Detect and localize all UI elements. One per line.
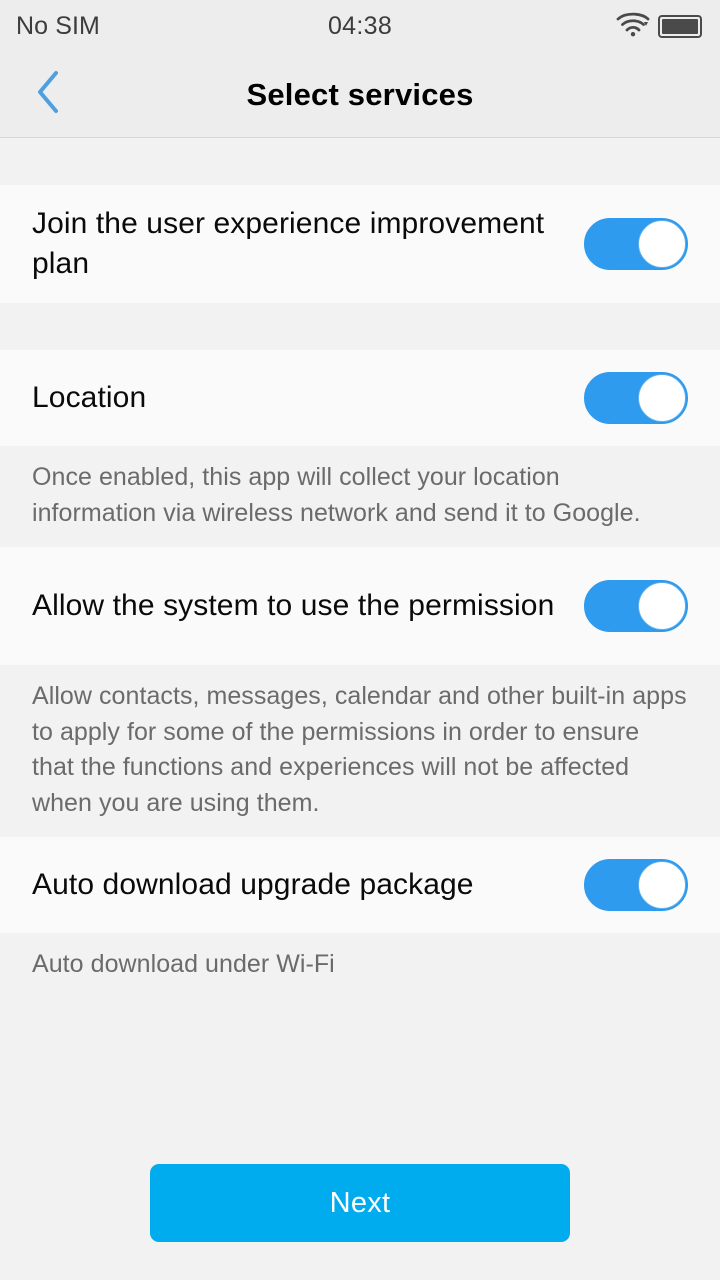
setting-description-auto-download: Auto download under Wi-Fi <box>0 933 720 999</box>
page-title: Select services <box>246 76 474 112</box>
toggle-knob <box>638 861 686 909</box>
toggle-auto-download[interactable] <box>584 859 688 911</box>
setting-row-system-permission[interactable]: Allow the system to use the permission <box>0 547 720 665</box>
setting-label: Auto download upgrade package <box>32 868 474 902</box>
setting-description-location: Once enabled, this app will collect your… <box>0 446 720 547</box>
status-bar: No SIM 04:38 <box>0 0 720 52</box>
setting-label: Allow the system to use the permission <box>32 589 555 623</box>
wifi-icon <box>616 11 650 42</box>
settings-list: Join the user experience improvement pla… <box>0 138 720 1164</box>
carrier-label: No SIM <box>16 11 100 40</box>
status-icons <box>616 11 702 42</box>
list-spacer <box>0 138 720 185</box>
list-spacer <box>0 303 720 350</box>
chevron-left-icon <box>33 68 63 121</box>
setting-row-location[interactable]: Location <box>0 350 720 446</box>
setting-row-auto-download[interactable]: Auto download upgrade package <box>0 837 720 933</box>
toggle-user-experience-plan[interactable] <box>584 218 688 270</box>
toggle-knob <box>638 374 686 422</box>
setting-label: Join the user experience improvement pla… <box>32 207 545 280</box>
setting-description-system-permission: Allow contacts, messages, calendar and o… <box>0 665 720 837</box>
toggle-location[interactable] <box>584 372 688 424</box>
next-button[interactable]: Next <box>150 1164 570 1242</box>
phone-screen: No SIM 04:38 Select services Join the us… <box>0 0 720 1280</box>
toggle-system-permission[interactable] <box>584 580 688 632</box>
toggle-knob <box>638 582 686 630</box>
toggle-knob <box>638 220 686 268</box>
battery-full-icon <box>658 14 702 38</box>
status-clock: 04:38 <box>327 11 393 40</box>
footer: Next <box>0 1164 720 1280</box>
setting-row-user-experience-plan[interactable]: Join the user experience improvement pla… <box>0 185 720 303</box>
setting-label: Location <box>32 381 147 415</box>
back-button[interactable] <box>0 52 96 138</box>
title-bar: Select services <box>0 52 720 138</box>
